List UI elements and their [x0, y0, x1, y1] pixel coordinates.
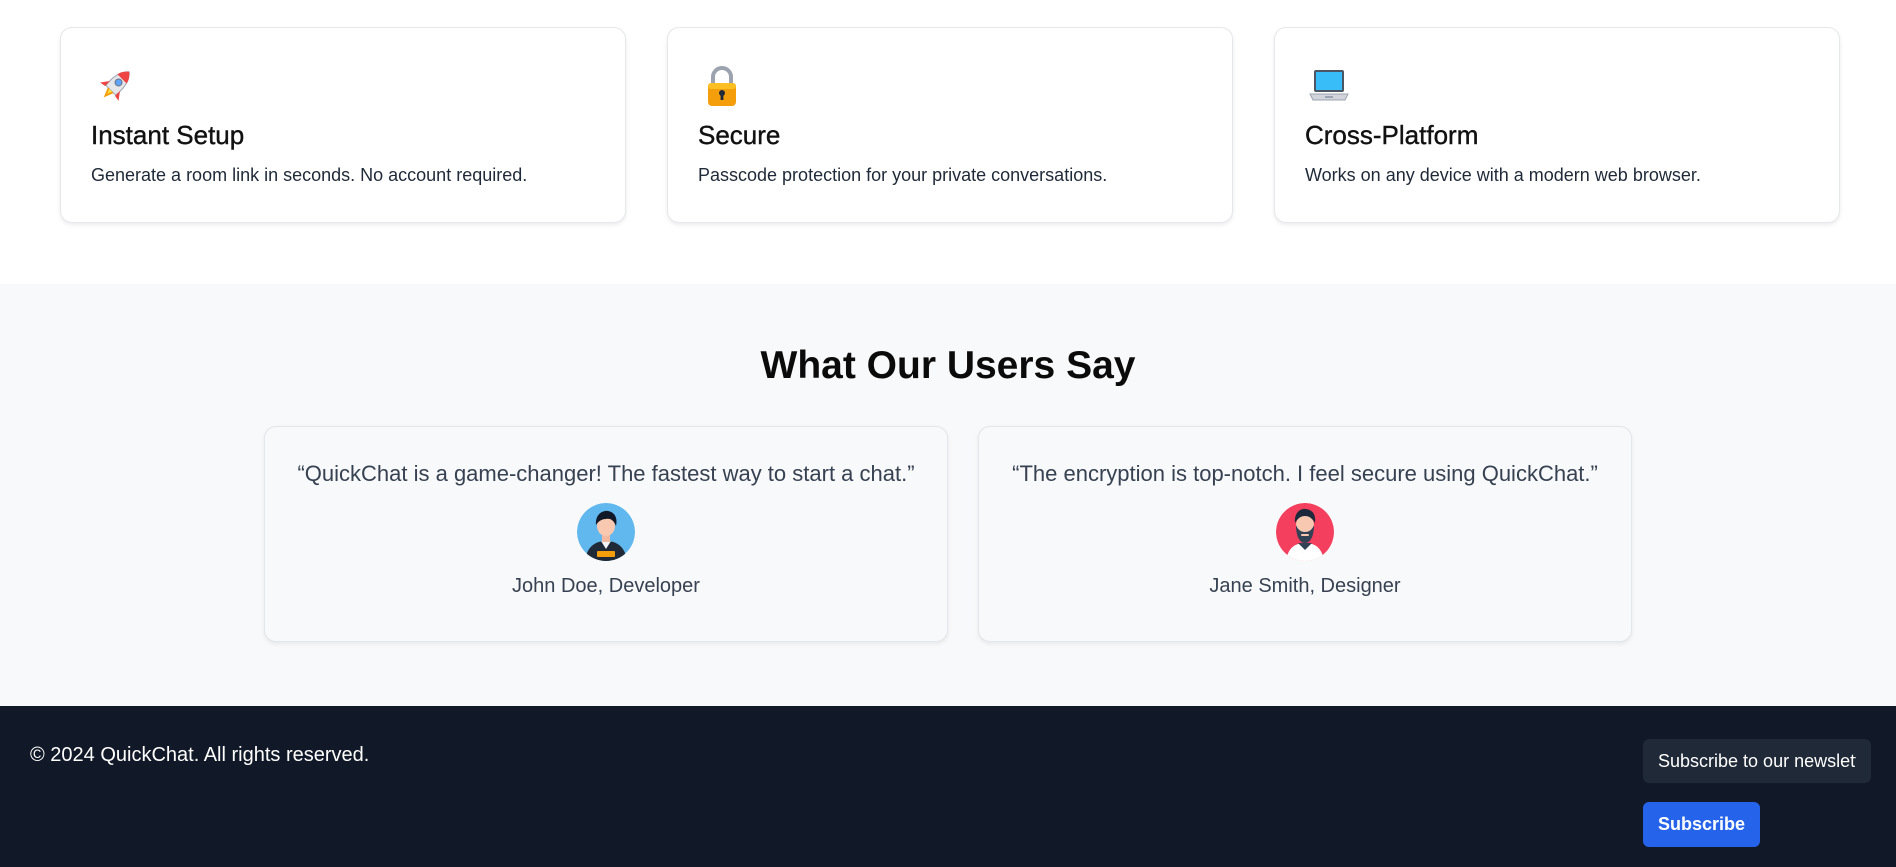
designer-avatar [1276, 503, 1334, 561]
copyright-text: © 2024 QuickChat. All rights reserved. [30, 744, 370, 766]
section-title: What Our Users Say [760, 344, 1136, 387]
lock-icon [708, 66, 736, 106]
testimonials-section: What Our Users Say “QuickChat is a game-… [0, 284, 1896, 706]
rocket-icon [100, 71, 130, 101]
testimonial-card: “QuickChat is a game-changer! The fastes… [264, 426, 948, 642]
feature-card-cross-platform: Cross-Platform Works on any device with … [1274, 27, 1840, 223]
features-section: Instant Setup Generate a room link in se… [0, 0, 1896, 284]
testimonials-row: “QuickChat is a game-changer! The fastes… [0, 426, 1896, 642]
testimonial-card: “The encryption is top-notch. I feel sec… [978, 426, 1632, 642]
feature-card-secure: Secure Passcode protection for your priv… [667, 27, 1233, 223]
testimonial-author: Jane Smith, Designer [1209, 575, 1401, 597]
feature-title: Cross-Platform [1305, 120, 1479, 150]
testimonial-author: John Doe, Developer [512, 575, 700, 597]
feature-title: Instant Setup [91, 120, 245, 150]
feature-description: Works on any device with a modern web br… [1305, 165, 1701, 185]
newsletter-email-input[interactable] [1643, 739, 1871, 783]
developer-avatar [577, 503, 635, 561]
subscribe-button[interactable]: Subscribe [1643, 802, 1760, 847]
footer: © 2024 QuickChat. All rights reserved. S… [0, 706, 1896, 867]
feature-description: Generate a room link in seconds. No acco… [91, 165, 528, 185]
feature-description: Passcode protection for your private con… [698, 165, 1108, 185]
feature-card-instant-setup: Instant Setup Generate a room link in se… [60, 27, 626, 223]
testimonial-quote: “QuickChat is a game-changer! The fastes… [297, 461, 915, 486]
laptop-icon [1309, 70, 1349, 101]
testimonial-quote: “The encryption is top-notch. I feel sec… [1012, 461, 1598, 486]
feature-title: Secure [698, 120, 781, 150]
